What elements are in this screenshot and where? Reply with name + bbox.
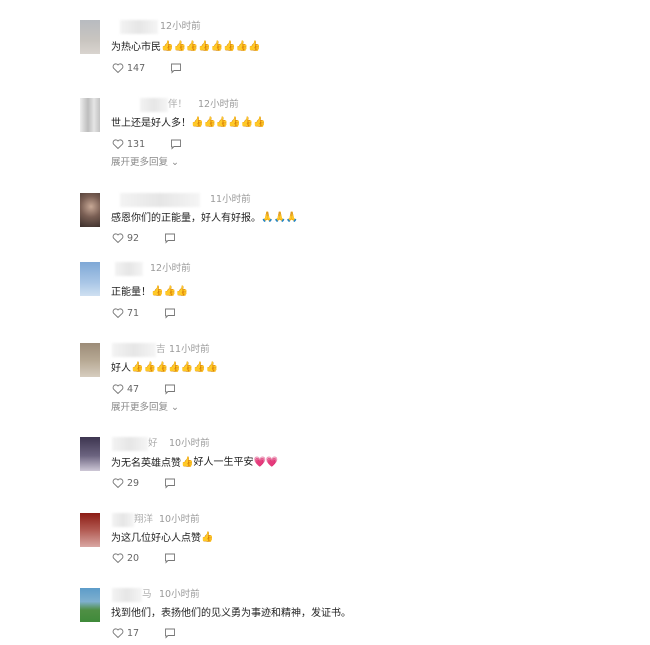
comment-text: 正能量！👍👍👍 xyxy=(111,285,188,301)
comment-actions: 17 xyxy=(112,627,176,641)
avatar[interactable] xyxy=(80,513,100,547)
avatar[interactable] xyxy=(80,20,100,54)
comment-bubble-icon[interactable] xyxy=(164,383,176,395)
avatar[interactable] xyxy=(80,588,100,622)
username[interactable]: 吉 xyxy=(112,343,166,357)
heart-outline-icon[interactable] xyxy=(112,552,124,564)
expand-replies-link[interactable]: 展开更多回复 ⌄ xyxy=(111,401,179,415)
praying-hands-emoji: 🙏🙏🙏 xyxy=(261,212,299,223)
thumbs-up-emoji: 👍 xyxy=(201,532,214,543)
comment-bubble-icon[interactable] xyxy=(164,307,176,319)
comment-bubble-icon[interactable] xyxy=(164,627,176,639)
comment-body: 为无名英雄点赞 xyxy=(111,458,181,469)
comment-bubble-icon[interactable] xyxy=(164,552,176,564)
thumbs-up-emoji: 👍👍👍👍👍👍👍 xyxy=(131,362,219,373)
avatar[interactable] xyxy=(80,262,100,296)
username[interactable]: 好 xyxy=(112,437,158,451)
comment-actions: 147 xyxy=(112,62,182,76)
username-text: 吉 xyxy=(156,344,166,355)
username[interactable]: 翔洋 xyxy=(112,513,153,527)
heart-outline-icon[interactable] xyxy=(112,307,124,319)
like-count: 71 xyxy=(127,307,140,319)
username-text: 翔洋 xyxy=(134,514,154,525)
username[interactable]: 伴！ xyxy=(140,98,187,112)
comment-text: 感恩你们的正能量，好人有好报。🙏🙏🙏 xyxy=(111,211,298,227)
heart-outline-icon[interactable] xyxy=(112,62,124,74)
username[interactable] xyxy=(120,20,158,34)
comment-actions: 47 xyxy=(112,383,176,397)
comment-actions: 92 xyxy=(112,232,176,246)
thumbs-up-emoji: 👍👍👍👍👍👍👍👍 xyxy=(161,41,261,52)
like-count: 92 xyxy=(127,232,140,244)
comment-bubble-icon[interactable] xyxy=(170,62,182,74)
heart-outline-icon[interactable] xyxy=(112,383,124,395)
timestamp: 10小时前 xyxy=(159,589,200,600)
comment-body: 找到他们，表扬他们的见义勇为事迹和精神，发证书。 xyxy=(111,608,351,619)
chevron-down-icon: ⌄ xyxy=(168,402,179,413)
timestamp: 11小时前 xyxy=(210,194,251,205)
comment-body: 世上还是好人多！ xyxy=(111,118,191,129)
avatar[interactable] xyxy=(80,437,100,471)
comment-bubble-icon[interactable] xyxy=(164,477,176,489)
comment-text: 为这几位好心人点赞👍 xyxy=(111,531,213,547)
expand-replies-label: 展开更多回复 xyxy=(111,157,169,168)
username-text: 好 xyxy=(148,438,158,449)
emoji-sequence: 👍好人一生平安💗💗 xyxy=(181,457,279,468)
avatar[interactable] xyxy=(80,343,100,377)
heart-outline-icon[interactable] xyxy=(112,477,124,489)
like-count: 47 xyxy=(127,383,140,395)
timestamp: 10小时前 xyxy=(159,514,200,525)
heart-outline-icon[interactable] xyxy=(112,138,124,150)
username[interactable] xyxy=(115,262,143,276)
comment-actions: 131 xyxy=(112,138,182,152)
comment-body: 正能量！ xyxy=(111,287,151,298)
timestamp: 11小时前 xyxy=(169,344,210,355)
comment-bubble-icon[interactable] xyxy=(170,138,182,150)
timestamp: 12小时前 xyxy=(150,263,191,274)
like-count: 29 xyxy=(127,477,140,489)
comment-text: 为无名英雄点赞👍好人一生平安💗💗 xyxy=(111,456,278,472)
comment-actions: 29 xyxy=(112,477,176,491)
username[interactable]: 马 xyxy=(112,588,152,602)
like-count: 20 xyxy=(127,552,140,564)
username-text: 伴！ xyxy=(168,99,188,110)
expand-replies-link[interactable]: 展开更多回复 ⌄ xyxy=(111,156,179,170)
timestamp: 10小时前 xyxy=(169,438,210,449)
comment-actions: 20 xyxy=(112,552,176,566)
thumbs-up-emoji: 👍👍👍 xyxy=(151,286,189,297)
like-count: 17 xyxy=(127,627,140,639)
heart-outline-icon[interactable] xyxy=(112,627,124,639)
expand-replies-label: 展开更多回复 xyxy=(111,402,169,413)
comment-actions: 71 xyxy=(112,307,176,321)
avatar[interactable] xyxy=(80,193,100,227)
comment-text: 世上还是好人多！👍👍👍👍👍👍 xyxy=(111,116,266,132)
comment-bubble-icon[interactable] xyxy=(164,232,176,244)
comment-text: 为热心市民👍👍👍👍👍👍👍👍 xyxy=(111,40,261,56)
thumbs-up-emoji: 👍👍👍👍👍👍 xyxy=(191,117,266,128)
username-text: 马 xyxy=(142,589,152,600)
timestamp: 12小时前 xyxy=(160,21,201,32)
like-count: 147 xyxy=(127,62,146,74)
username[interactable] xyxy=(120,193,200,207)
comment-body: 为这几位好心人点赞 xyxy=(111,533,201,544)
comment-text: 找到他们，表扬他们的见义勇为事迹和精神，发证书。 xyxy=(111,606,351,622)
comment-text: 好人👍👍👍👍👍👍👍 xyxy=(111,361,218,377)
heart-outline-icon[interactable] xyxy=(112,232,124,244)
avatar[interactable] xyxy=(80,98,100,132)
like-count: 131 xyxy=(127,138,146,150)
chevron-down-icon: ⌄ xyxy=(168,157,179,168)
comment-body: 为热心市民 xyxy=(111,42,161,53)
comment-body: 感恩你们的正能量，好人有好报。 xyxy=(111,213,261,224)
comment-body: 好人 xyxy=(111,363,131,374)
timestamp: 12小时前 xyxy=(198,99,239,110)
